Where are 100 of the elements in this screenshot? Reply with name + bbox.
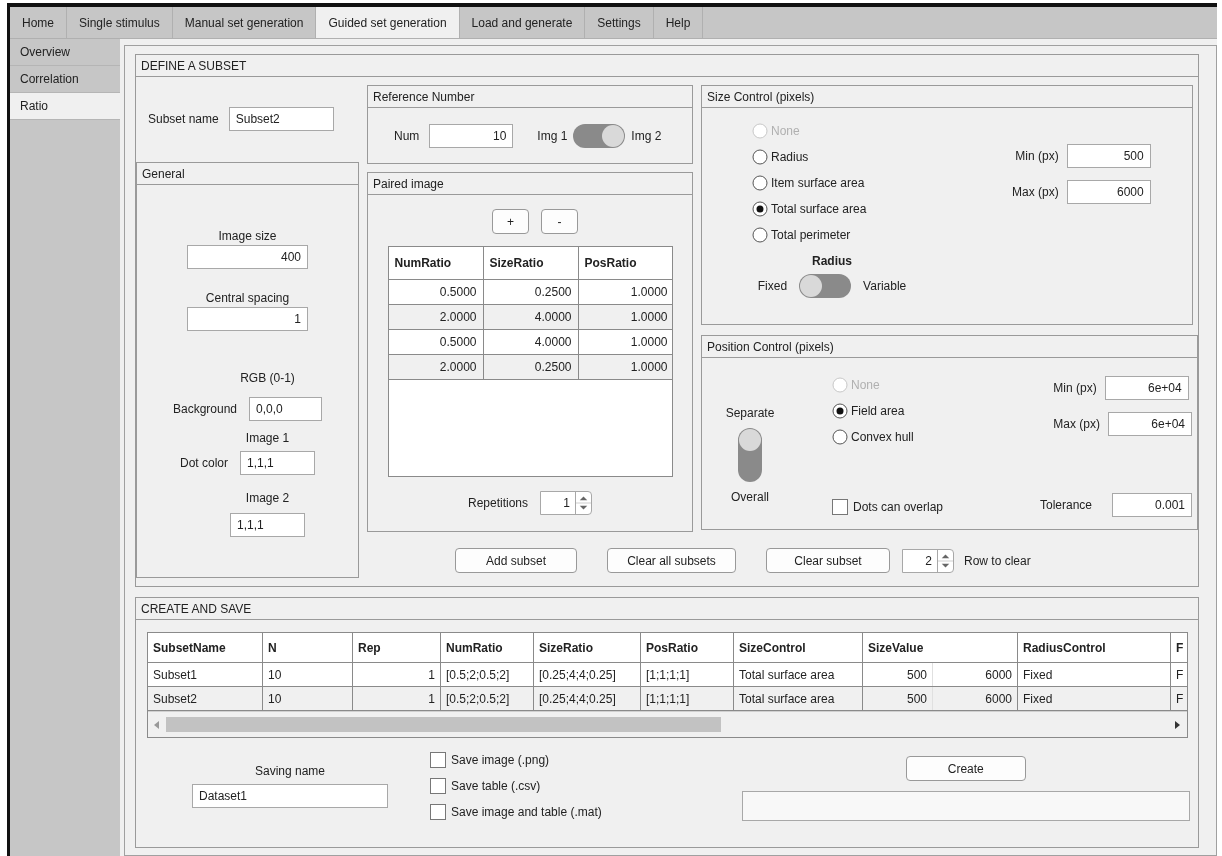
column-header: SizeRatio (483, 247, 579, 279)
scroll-right-icon[interactable] (1175, 720, 1181, 729)
create-button[interactable]: Create (905, 756, 1026, 781)
field-label: Max (px) (1053, 417, 1100, 431)
toggle-switch[interactable] (799, 274, 852, 298)
table-cell: [0.25;4;4;0.25] (534, 663, 641, 686)
panel-title: General (137, 163, 358, 185)
switch-label: Fixed (757, 279, 788, 293)
checkbox-label: Save image and table (.mat) (451, 805, 602, 819)
checkbox[interactable] (430, 804, 446, 820)
table-cell: 0.5000 (388, 330, 484, 354)
column-header: PosRatio (641, 633, 734, 662)
toggle-switch[interactable] (573, 123, 626, 148)
radio-label: Convex hull (851, 430, 914, 444)
column-header: Rep (353, 633, 441, 662)
max-size-field[interactable]: 6000 (1066, 180, 1151, 204)
table-cell: 500 (863, 663, 933, 686)
dot-color-field[interactable]: 1,1,1 (230, 513, 305, 537)
column-header: N (263, 633, 353, 662)
switch-label: Img 1 (537, 128, 568, 143)
clear-subset-button[interactable]: Clear subset (766, 548, 890, 573)
table-cell: 4.0000 (483, 330, 579, 354)
table-cell-text: 1.0000 (629, 284, 669, 301)
radio-label: Item surface area (771, 176, 865, 190)
radio-icon[interactable] (752, 175, 768, 191)
panel-title: DEFINE A SUBSET (136, 55, 1198, 77)
checkbox[interactable] (832, 499, 848, 515)
row-spinner[interactable]: 2 (902, 548, 954, 573)
remove-row-button[interactable]: - (541, 209, 578, 234)
table-cell: Fixed (1018, 663, 1171, 686)
max-position-field[interactable]: 6e+04 (1108, 412, 1192, 436)
panel-title: Position Control (pixels) (702, 336, 1197, 358)
image-size-field[interactable]: 400 (187, 245, 308, 269)
table-cell: 2.0000 (388, 355, 484, 379)
add-row-button[interactable]: + (492, 209, 529, 234)
table-cell: F (1171, 663, 1187, 686)
tab[interactable]: Guided set generation (316, 7, 460, 38)
subset-name-field[interactable]: Subset2 (228, 106, 334, 131)
checkbox-label: Dots can overlap (853, 500, 944, 514)
table-cell: 10 (263, 687, 353, 710)
switch-title: Radius (812, 254, 852, 268)
tolerance-field[interactable]: 0.001 (1112, 493, 1192, 517)
horizontal-scrollbar[interactable] (148, 711, 1187, 737)
radio-icon[interactable] (752, 149, 768, 165)
field-label: Max (px) (1012, 185, 1059, 199)
background-color-field[interactable]: 0,0,0 (249, 397, 322, 421)
switch-label: Separate (725, 406, 775, 420)
table-cell: 1 (353, 663, 441, 686)
table-cell-text: 1.0000 (629, 309, 669, 326)
saving-name-field[interactable]: Dataset1 (192, 784, 388, 808)
field-label: Image 2 (245, 491, 290, 505)
radio-selected-icon[interactable] (752, 201, 768, 217)
radio-label: Total surface area (771, 202, 867, 216)
dot-color-field[interactable]: 1,1,1 (240, 451, 315, 475)
spinner-arrows-icon[interactable] (575, 492, 591, 514)
table-cell-text: 1.0000 (629, 359, 669, 376)
toggle-switch[interactable] (738, 428, 762, 482)
num-field[interactable]: 10 (429, 123, 514, 148)
table-cell: Subset2 (148, 687, 263, 710)
add-subset-button[interactable]: Add subset (455, 548, 577, 573)
checkbox[interactable] (430, 752, 446, 768)
min-position-field[interactable]: 6e+04 (1104, 376, 1189, 400)
table-cell: [0.5;2;0.5;2] (441, 663, 534, 686)
column-header: SizeControl (734, 633, 863, 662)
spinner-arrows-icon[interactable] (937, 549, 953, 572)
scroll-left-icon[interactable] (154, 720, 160, 729)
field-label: Image 1 (245, 431, 290, 445)
radio-icon[interactable] (752, 227, 768, 243)
table-cell: [1;1;1;1] (641, 663, 734, 686)
table-cell: Total surface area (734, 663, 863, 686)
table-cell: [0.5;2;0.5;2] (441, 687, 534, 710)
radio-label: Total perimeter (771, 228, 851, 242)
field-label: Saving name (254, 764, 325, 778)
switch-label: Overall (731, 490, 769, 504)
table-cell: Total surface area (734, 687, 863, 710)
clear-all-subsets-button[interactable]: Clear all subsets (607, 548, 736, 573)
min-size-field[interactable]: 500 (1066, 144, 1151, 168)
table-cell: 2.0000 (388, 305, 484, 329)
table-cell: Subset1 (148, 663, 263, 686)
central-spacing-field[interactable]: 1 (187, 307, 308, 331)
field-label: Central spacing (205, 291, 290, 305)
field-label: Repetitions (467, 496, 528, 510)
field-label: Min (px) (1053, 381, 1097, 395)
radio-selected-icon[interactable] (832, 403, 848, 419)
repetitions-spinner[interactable]: 1 (540, 491, 592, 515)
table-cell: 0.2500 (483, 355, 579, 379)
field-label: Dot color (180, 456, 228, 470)
column-header: NumRatio (388, 247, 484, 279)
table-cell: [0.25;4;4;0.25] (534, 687, 641, 710)
radio-label: Field area (851, 404, 905, 418)
sidebar-item[interactable]: Ratio (10, 93, 120, 120)
checkbox[interactable] (430, 778, 446, 794)
column-header: SizeRatio (534, 633, 641, 662)
switch-label: Img 2 (631, 128, 662, 143)
switch-label: Variable (863, 279, 907, 293)
table-cell-text: 1.0000 (629, 334, 669, 351)
field-label: Tolerance (1039, 498, 1092, 512)
table-cell: [1;1;1;1] (641, 687, 734, 710)
radio-icon[interactable] (832, 429, 848, 445)
table-cell: Fixed (1018, 687, 1171, 710)
